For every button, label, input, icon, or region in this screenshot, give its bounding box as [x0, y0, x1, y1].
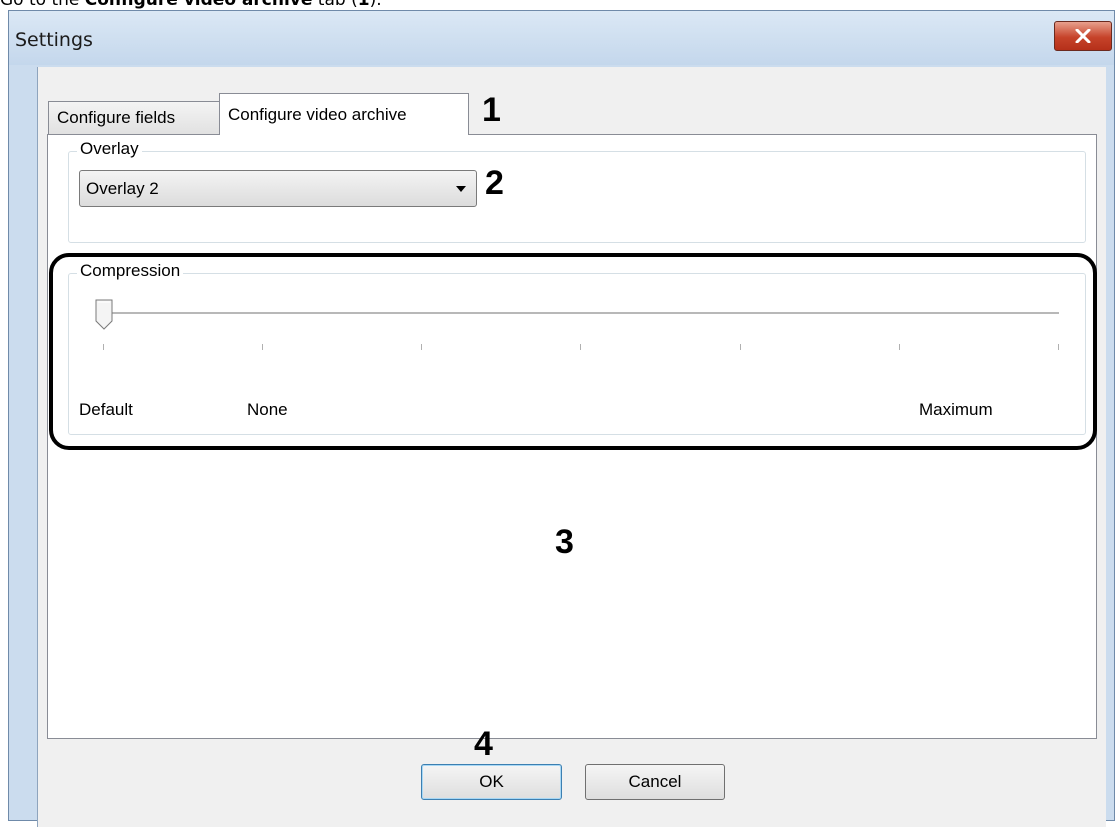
settings-dialog: Settings Configure fields Configure vide…: [8, 10, 1115, 827]
annotation-1: 1: [482, 91, 501, 129]
close-icon: [1075, 29, 1091, 43]
ok-button-label: OK: [479, 772, 504, 791]
chevron-down-icon: [456, 186, 466, 192]
overlay-dropdown[interactable]: Overlay 2: [79, 170, 477, 207]
cancel-button[interactable]: Cancel: [585, 764, 725, 800]
tab-label: Configure fields: [57, 108, 176, 127]
instruction-tab-name: Configure video archive: [84, 0, 313, 10]
instruction-prefix: Go to the: [0, 0, 85, 10]
tab-configure-fields[interactable]: Configure fields: [48, 101, 220, 134]
annotation-4: 4: [474, 725, 493, 763]
overlay-selected-value: Overlay 2: [86, 178, 159, 198]
window-title: Settings: [15, 29, 93, 51]
overlay-group-label: Overlay: [77, 139, 142, 159]
cancel-button-label: Cancel: [628, 772, 682, 791]
instruction-number: 1: [357, 0, 370, 10]
compression-highlight-outline: [49, 253, 1097, 450]
tab-configure-video-archive[interactable]: Configure video archive: [219, 93, 469, 135]
instruction-suffix: tab (: [312, 0, 358, 10]
annotation-3: 3: [555, 523, 574, 561]
close-button[interactable]: [1054, 21, 1112, 51]
instruction-end: ).: [369, 0, 382, 10]
tab-label: Configure video archive: [228, 104, 407, 124]
ok-button[interactable]: OK: [421, 764, 562, 800]
dialog-client-area: Configure fields Configure video archive…: [37, 67, 1106, 827]
annotation-2: 2: [485, 164, 504, 202]
title-bar[interactable]: Settings: [9, 11, 1114, 65]
overlay-group: Overlay Overlay 2 2: [68, 139, 1086, 243]
